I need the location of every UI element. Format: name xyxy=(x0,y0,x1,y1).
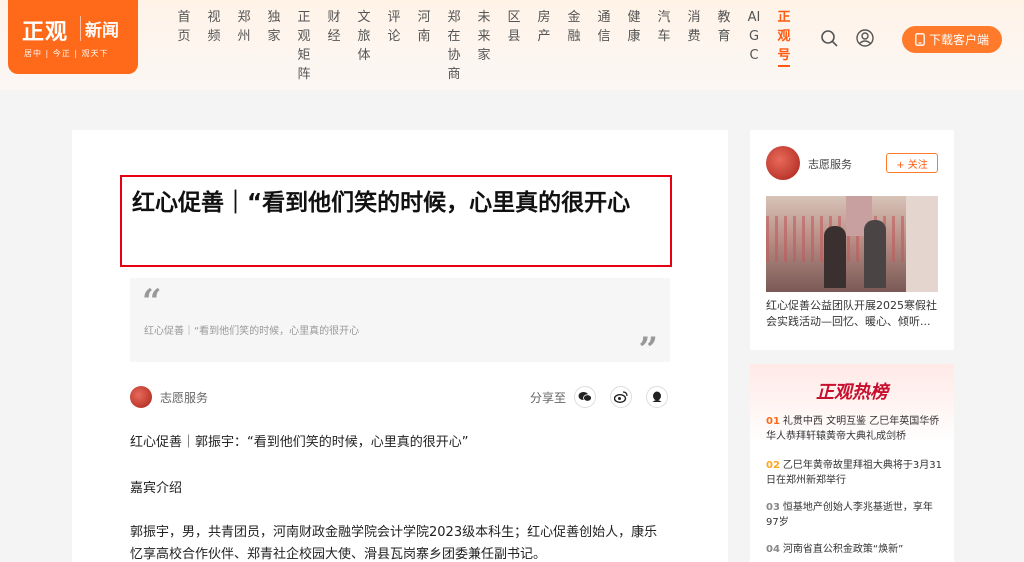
hot-list-item[interactable]: 02 乙巳年黄帝故里拜祖大典将于3月31日在郑州新郑举行 xyxy=(766,458,942,488)
quote-text: 红心促善｜“看到他们笑的时候，心里真的很开心 xyxy=(144,326,360,337)
logo-main: 正观 xyxy=(22,20,69,45)
user-icon[interactable] xyxy=(856,29,874,47)
download-label: 下载客户端 xyxy=(928,33,989,47)
nav-item[interactable]: 金融 xyxy=(566,8,582,46)
phone-icon xyxy=(915,33,925,46)
nav-item[interactable]: 视频 xyxy=(206,8,222,46)
hot-list-title: 正观热榜 xyxy=(816,382,888,403)
hot-list-item[interactable]: 01 礼贯中西 文明互鉴 乙巳年英国华侨华人恭拜轩辕黄帝大典礼成剑桥 xyxy=(766,414,942,444)
follow-button[interactable]: + 关注 xyxy=(886,153,938,173)
nav-item[interactable]: 通信 xyxy=(596,8,612,46)
sidebar-author-name[interactable]: 志愿服务 xyxy=(808,156,852,172)
hot-rank: 02 xyxy=(766,460,780,471)
hot-item-text: 河南省直公积金政策“焕新” xyxy=(782,544,904,555)
hot-list-panel: 正观热榜 01 礼贯中西 文明互鉴 乙巳年英国华侨华人恭拜轩辕黄帝大典礼成剑桥 02… xyxy=(750,364,954,562)
hot-item-text: 恒基地产创始人李兆基逝世，享年97岁 xyxy=(766,502,933,528)
nav-item[interactable]: 评论 xyxy=(386,8,402,46)
site-header: 正观 新闻 居中 | 今正 | 观天下 首页 视频 郑州 独家 正观矩阵 财经 文旅体 评论河… xyxy=(0,0,1024,90)
article-paragraph: 郭振宇，男，共青团员，河南财政金融学院会计学院2023级本科生；红心促善创始人，… xyxy=(130,525,658,562)
hot-item-text: 礼贯中西 文明互鉴 乙巳年英国华侨华人恭拜轩辕黄帝大典礼成剑桥 xyxy=(766,416,940,442)
nav-item[interactable]: 财经 xyxy=(326,8,342,46)
logo-sub: 新闻 xyxy=(80,16,119,41)
hot-rank: 03 xyxy=(766,502,780,513)
author-card: 志愿服务 + 关注 红心促善公益团队开展2025寒假社会实践活动—回忆、暖心、倾… xyxy=(750,130,954,350)
article-paragraph: 红心促善｜郭振宇：“看到他们笑的时候，心里真的很开心” xyxy=(130,435,469,450)
open-quote-icon: “ xyxy=(142,282,162,322)
wechat-icon[interactable] xyxy=(574,386,596,408)
related-article-title[interactable]: 红心促善公益团队开展2025寒假社会实践活动—回忆、暖心、倾听... xyxy=(766,298,940,330)
hot-rank: 01 xyxy=(766,416,780,427)
download-app-button[interactable]: 下载客户端 xyxy=(902,26,1002,53)
hot-item-text: 乙巳年黄帝故里拜祖大典将于3月31日在郑州新郑举行 xyxy=(766,460,943,486)
site-logo[interactable]: 正观 新闻 居中 | 今正 | 观天下 xyxy=(8,0,138,74)
article-summary-quote: “ 红心促善｜“看到他们笑的时候，心里真的很开心 ” xyxy=(130,278,670,370)
logo-tagline: 居中 | 今正 | 观天下 xyxy=(24,49,109,58)
nav-item[interactable]: 正观号 xyxy=(776,8,792,67)
close-quote-icon: ” xyxy=(638,330,658,370)
weibo-icon[interactable] xyxy=(610,386,632,408)
hot-list-item[interactable]: 04 河南省直公积金政策“焕新” xyxy=(766,542,942,557)
author-avatar[interactable] xyxy=(130,386,152,408)
related-article-thumbnail[interactable] xyxy=(766,196,938,292)
hot-list-item[interactable]: 03 恒基地产创始人李兆基逝世，享年97岁 xyxy=(766,500,942,530)
nav-item[interactable]: 郑在协商 xyxy=(446,8,462,84)
nav-item[interactable]: 郑州 xyxy=(236,8,252,46)
nav-item[interactable]: 正观矩阵 xyxy=(296,8,312,84)
article-title: 红心促善｜“看到他们笑的时候，心里真的很开心 xyxy=(132,190,631,216)
nav-item[interactable]: 消费 xyxy=(686,8,702,46)
nav-item[interactable]: 未来家 xyxy=(476,8,492,65)
hot-rank: 04 xyxy=(766,544,780,555)
qq-icon[interactable] xyxy=(646,386,668,408)
article-title-box: 红心促善｜“看到他们笑的时候，心里真的很开心 xyxy=(120,175,672,267)
nav-item[interactable]: 健康 xyxy=(626,8,642,46)
nav-item[interactable]: 房产 xyxy=(536,8,552,46)
nav-item[interactable]: 首页 xyxy=(176,8,192,46)
nav-item[interactable]: 教育 xyxy=(716,8,732,46)
nav-item[interactable]: AIGC xyxy=(746,8,762,65)
article-panel: 红心促善｜“看到他们笑的时候，心里真的很开心 “ 红心促善｜“看到他们笑的时候，… xyxy=(72,130,728,562)
search-icon[interactable] xyxy=(820,29,838,47)
nav-item[interactable]: 区县 xyxy=(506,8,522,46)
author-name[interactable]: 志愿服务 xyxy=(160,389,208,406)
nav-item[interactable]: 文旅体 xyxy=(356,8,372,65)
sidebar-author-avatar[interactable] xyxy=(766,146,800,180)
article-paragraph: 嘉宾介绍 xyxy=(130,481,183,496)
share-label: 分享至 xyxy=(530,391,567,405)
nav-item[interactable]: 独家 xyxy=(266,8,282,46)
author-share-row: 志愿服务 分享至 xyxy=(130,386,670,410)
nav-item[interactable]: 汽车 xyxy=(656,8,672,46)
nav-item[interactable]: 河南 xyxy=(416,8,432,46)
